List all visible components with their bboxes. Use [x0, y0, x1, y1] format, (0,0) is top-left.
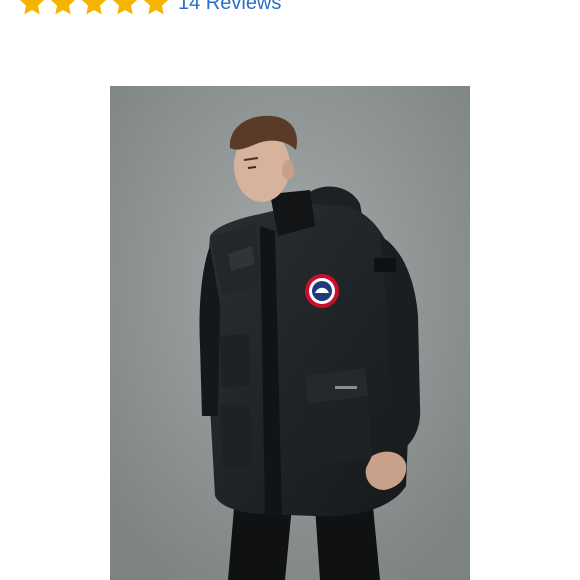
- star-icon: [50, 0, 76, 15]
- star-icon: [112, 0, 138, 15]
- rating-row[interactable]: 14 Reviews: [18, 0, 281, 20]
- model-in-parka-illustration: [110, 86, 470, 580]
- star-icon: [81, 0, 107, 15]
- product-page: 14 Reviews: [0, 0, 580, 580]
- brand-patch: [305, 274, 339, 308]
- star-icon: [143, 0, 169, 15]
- product-image[interactable]: [110, 86, 470, 580]
- star-rating: [18, 0, 170, 17]
- reviews-link[interactable]: 14 Reviews: [178, 0, 281, 20]
- star-icon: [19, 0, 45, 15]
